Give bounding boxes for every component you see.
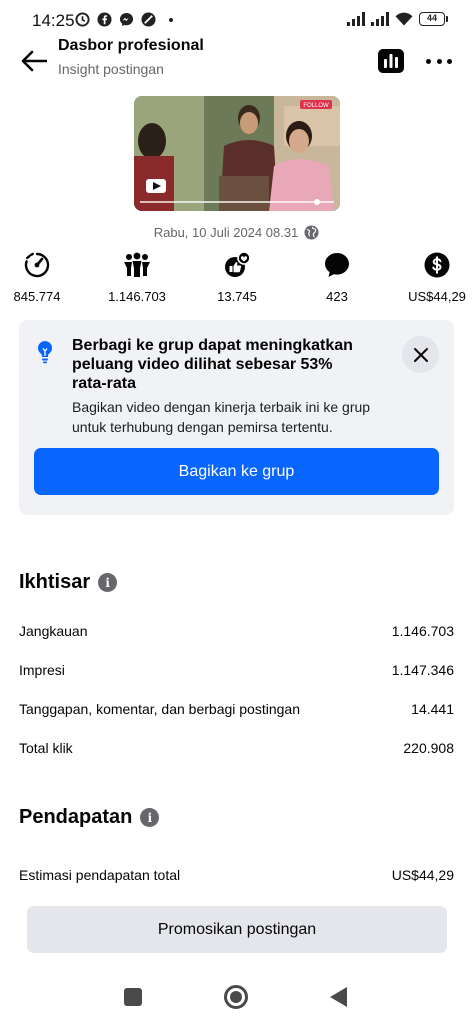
overview-row: Total klik 220.908	[19, 740, 454, 756]
overview-row-label: Jangkauan	[19, 623, 88, 639]
overview-row: Impresi 1.147.346	[19, 662, 454, 678]
promote-post-button[interactable]: Promosikan postingan	[27, 906, 447, 953]
bar-chart-icon	[378, 49, 404, 73]
overview-row-value: 1.146.703	[391, 623, 454, 639]
messenger-icon	[119, 12, 134, 27]
more-options-button[interactable]	[426, 50, 452, 72]
earnings-row-value: US$44,29	[391, 867, 454, 883]
overview-info-icon[interactable]: i	[98, 573, 118, 592]
overview-row-label: Total klik	[19, 740, 73, 756]
overview-section-header: Ikhtisar i	[19, 571, 118, 594]
overview-row: Jangkauan 1.146.703	[19, 623, 454, 639]
metric-comments-value: 423	[326, 289, 348, 304]
page-title: Dasbor profesional	[58, 37, 204, 54]
more-dot-icon	[447, 58, 452, 64]
facebook-icon	[97, 12, 112, 27]
overview-row: Tanggapan, komentar, dan berbagi posting…	[19, 701, 454, 717]
alarm-icon	[75, 12, 90, 27]
more-dot-icon	[426, 58, 431, 64]
metric-reactions-value: 13.745	[217, 289, 257, 304]
lightbulb-icon	[38, 341, 52, 364]
status-time: 14:25	[32, 11, 75, 30]
recent-apps-button[interactable]	[124, 988, 142, 1006]
thumbnail-badge: FOLLOW	[303, 103, 329, 109]
earnings-title: Pendapatan	[19, 806, 133, 828]
overview-row-label: Impresi	[19, 662, 65, 678]
overview-row-value: 14.441	[411, 701, 454, 717]
post-timestamp-row: Rabu, 10 Juli 2024 08.31	[0, 225, 473, 240]
comment-bubble-icon	[325, 253, 349, 277]
share-to-group-tip-card: Berbagi ke grup dapat meningkatkan pelua…	[19, 320, 454, 515]
signal-icon-2	[371, 12, 389, 26]
system-navigation-bar	[0, 980, 473, 1025]
insights-chart-button[interactable]	[378, 49, 404, 73]
earnings-row-label: Estimasi pendapatan total	[19, 867, 181, 883]
app-header: Dasbor profesional Insight postingan	[0, 36, 473, 86]
status-notification-icons	[75, 12, 173, 27]
metric-plays-value: 845.774	[13, 289, 61, 304]
earnings-section-header: Pendapatan i	[19, 806, 160, 829]
tip-title: Berbagi ke grup dapat meningkatkan pelua…	[72, 337, 353, 392]
overview-row-value: 1.147.346	[391, 662, 454, 678]
dollar-icon	[424, 252, 450, 278]
tip-body: Bagikan video dengan kinerja terbaik ini…	[72, 399, 371, 435]
metric-earnings[interactable]: US$44,29	[382, 251, 473, 304]
overview-row-label: Tanggapan, komentar, dan berbagi posting…	[19, 701, 300, 717]
metric-reach-value: 1.146.703	[108, 289, 166, 304]
metric-reach[interactable]: 1.146.703	[82, 251, 192, 304]
overview-title: Ikhtisar	[19, 571, 91, 593]
earnings-info-icon[interactable]: i	[140, 808, 160, 827]
earnings-row: Estimasi pendapatan total US$44,29	[19, 867, 454, 883]
post-timestamp: Rabu, 10 Juli 2024 08.31	[153, 225, 299, 240]
battery-icon: 44	[419, 12, 448, 26]
arrow-left-icon	[21, 50, 47, 72]
metric-reactions[interactable]: 13.745	[182, 251, 292, 304]
signal-icon	[347, 12, 365, 26]
share-to-group-button[interactable]: Bagikan ke grup	[34, 448, 439, 495]
status-bar: 14:25 44	[0, 0, 473, 40]
audience-people-icon	[124, 252, 150, 277]
more-notifications-dot	[169, 17, 173, 22]
metric-plays[interactable]: 845.774	[0, 251, 92, 304]
home-button[interactable]	[224, 985, 248, 1009]
reactions-icon	[225, 251, 251, 277]
overview-row-value: 220.908	[403, 740, 454, 756]
back-button[interactable]	[18, 46, 50, 76]
globe-icon	[304, 225, 319, 240]
wifi-icon	[395, 12, 413, 26]
app-icon	[141, 12, 156, 27]
video-frame-image: FOLLOW	[134, 96, 340, 211]
page-subtitle: Insight postingan	[58, 61, 164, 77]
more-dot-icon	[436, 58, 442, 64]
tip-close-button[interactable]	[402, 336, 439, 373]
system-back-button[interactable]	[330, 987, 347, 1007]
close-icon	[413, 347, 428, 362]
plays-gauge-icon	[24, 252, 50, 278]
status-system-icons: 44	[347, 12, 448, 26]
post-metrics: 845.774 1.146.703 13.745 423 US$44,29	[0, 251, 473, 307]
video-thumbnail[interactable]: FOLLOW	[134, 96, 340, 211]
metric-earnings-value: US$44,29	[408, 289, 466, 304]
metric-comments[interactable]: 423	[282, 251, 392, 304]
